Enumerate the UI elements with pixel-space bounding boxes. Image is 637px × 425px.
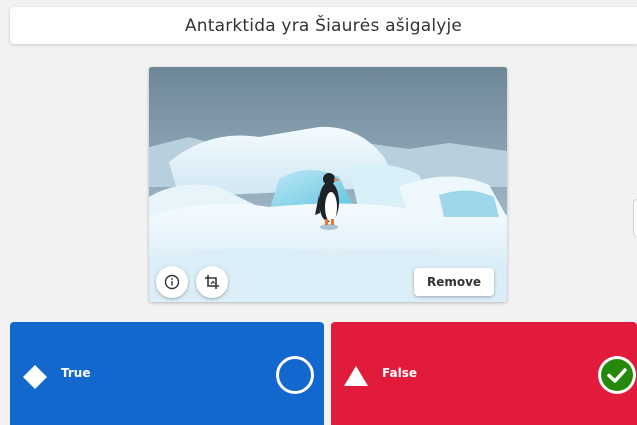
mark-correct-toggle-true[interactable] <box>276 356 314 394</box>
crop-icon <box>205 275 219 289</box>
image-crop-button[interactable] <box>196 266 228 298</box>
question-title-bar[interactable]: Antarktida yra Šiaurės ašigalyje <box>10 7 637 44</box>
checkmark-icon <box>601 359 633 391</box>
triangle-icon <box>344 366 368 386</box>
image-info-button[interactable] <box>156 266 188 298</box>
answer-true-label: True <box>61 366 91 380</box>
remove-image-button[interactable]: Remove <box>414 268 494 296</box>
side-panel-handle[interactable] <box>633 199 637 237</box>
diamond-icon <box>23 365 47 389</box>
answer-false-tile[interactable]: False <box>331 322 637 425</box>
question-text: Antarktida yra Šiaurės ašigalyje <box>184 15 463 36</box>
penguin-iceberg-photo <box>149 67 507 302</box>
question-image: Remove <box>149 67 507 302</box>
answer-false-label: False <box>382 366 417 380</box>
info-icon <box>164 274 180 290</box>
answer-true-tile[interactable]: True <box>10 322 324 425</box>
mark-correct-toggle-false[interactable] <box>598 356 636 394</box>
